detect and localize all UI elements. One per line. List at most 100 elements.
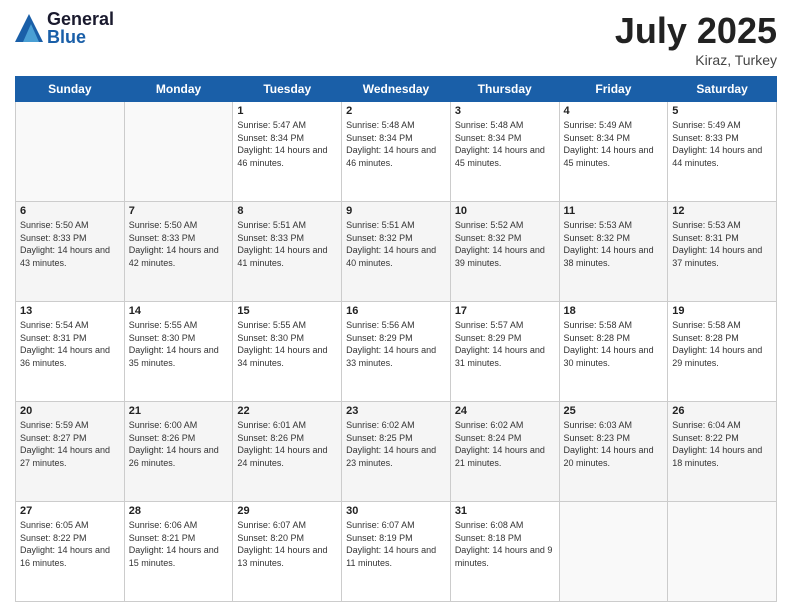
calendar-cell: 14 Sunrise: 5:55 AM Sunset: 8:30 PM Dayli… [124,302,233,402]
day-number: 9 [346,205,446,217]
day-info: Sunrise: 6:04 AM Sunset: 8:22 PM Dayligh… [672,419,772,469]
calendar-cell: 22 Sunrise: 6:01 AM Sunset: 8:26 PM Dayli… [233,402,342,502]
day-header-tuesday: Tuesday [233,77,342,102]
day-header-sunday: Sunday [16,77,125,102]
calendar-cell: 18 Sunrise: 5:58 AM Sunset: 8:28 PM Dayli… [559,302,668,402]
day-info: Sunrise: 6:03 AM Sunset: 8:23 PM Dayligh… [564,419,664,469]
day-number: 26 [672,405,772,417]
calendar-cell: 7 Sunrise: 5:50 AM Sunset: 8:33 PM Daylig… [124,202,233,302]
calendar-cell: 30 Sunrise: 6:07 AM Sunset: 8:19 PM Dayli… [342,502,451,602]
logo-icon [15,14,43,42]
calendar-cell: 24 Sunrise: 6:02 AM Sunset: 8:24 PM Dayli… [450,402,559,502]
day-number: 12 [672,205,772,217]
day-number: 22 [237,405,337,417]
calendar-cell: 9 Sunrise: 5:51 AM Sunset: 8:32 PM Daylig… [342,202,451,302]
day-number: 18 [564,305,664,317]
day-number: 25 [564,405,664,417]
calendar-cell: 25 Sunrise: 6:03 AM Sunset: 8:23 PM Dayli… [559,402,668,502]
logo-blue: Blue [47,28,114,46]
calendar-cell: 28 Sunrise: 6:06 AM Sunset: 8:21 PM Dayli… [124,502,233,602]
day-info: Sunrise: 6:07 AM Sunset: 8:20 PM Dayligh… [237,519,337,569]
day-info: Sunrise: 5:49 AM Sunset: 8:33 PM Dayligh… [672,119,772,169]
day-info: Sunrise: 6:02 AM Sunset: 8:24 PM Dayligh… [455,419,555,469]
day-info: Sunrise: 6:07 AM Sunset: 8:19 PM Dayligh… [346,519,446,569]
calendar-cell: 16 Sunrise: 5:56 AM Sunset: 8:29 PM Dayli… [342,302,451,402]
day-info: Sunrise: 5:56 AM Sunset: 8:29 PM Dayligh… [346,319,446,369]
day-number: 11 [564,205,664,217]
day-header-friday: Friday [559,77,668,102]
day-info: Sunrise: 5:58 AM Sunset: 8:28 PM Dayligh… [672,319,772,369]
location: Kiraz, Turkey [615,52,777,68]
day-header-saturday: Saturday [668,77,777,102]
day-number: 31 [455,505,555,517]
day-number: 1 [237,105,337,117]
day-info: Sunrise: 5:54 AM Sunset: 8:31 PM Dayligh… [20,319,120,369]
page: General Blue July 2025 Kiraz, Turkey Sun… [0,0,792,612]
day-number: 2 [346,105,446,117]
day-info: Sunrise: 6:00 AM Sunset: 8:26 PM Dayligh… [129,419,229,469]
day-number: 19 [672,305,772,317]
calendar-cell: 2 Sunrise: 5:48 AM Sunset: 8:34 PM Daylig… [342,102,451,202]
logo-text: General Blue [47,10,114,46]
calendar-table: SundayMondayTuesdayWednesdayThursdayFrid… [15,76,777,602]
day-number: 15 [237,305,337,317]
day-number: 17 [455,305,555,317]
calendar-cell: 13 Sunrise: 5:54 AM Sunset: 8:31 PM Dayli… [16,302,125,402]
day-number: 20 [20,405,120,417]
day-number: 5 [672,105,772,117]
day-info: Sunrise: 6:08 AM Sunset: 8:18 PM Dayligh… [455,519,555,569]
day-info: Sunrise: 5:48 AM Sunset: 8:34 PM Dayligh… [346,119,446,169]
calendar-cell: 19 Sunrise: 5:58 AM Sunset: 8:28 PM Dayli… [668,302,777,402]
day-number: 13 [20,305,120,317]
day-number: 3 [455,105,555,117]
day-header-wednesday: Wednesday [342,77,451,102]
calendar-cell: 6Sunrise: 5:50 AM Sunset: 8:33 PM Daylig… [16,202,125,302]
day-number: 10 [455,205,555,217]
week-row-2: 6Sunrise: 5:50 AM Sunset: 8:33 PM Daylig… [16,202,777,302]
day-info: Sunrise: 6:01 AM Sunset: 8:26 PM Dayligh… [237,419,337,469]
day-info: Sunrise: 5:47 AM Sunset: 8:34 PM Dayligh… [237,119,337,169]
week-row-3: 13 Sunrise: 5:54 AM Sunset: 8:31 PM Dayli… [16,302,777,402]
day-info: Sunrise: 5:50 AM Sunset: 8:33 PM Dayligh… [129,219,229,269]
day-header-monday: Monday [124,77,233,102]
day-number: 29 [237,505,337,517]
day-number: 28 [129,505,229,517]
day-header-thursday: Thursday [450,77,559,102]
day-number: 7 [129,205,229,217]
day-info: Sunrise: 5:53 AM Sunset: 8:32 PM Dayligh… [564,219,664,269]
day-info: Sunrise: 5:51 AM Sunset: 8:32 PM Dayligh… [346,219,446,269]
calendar-cell [559,502,668,602]
calendar-cell: 4Sunrise: 5:49 AM Sunset: 8:34 PM Daylig… [559,102,668,202]
day-info: Sunrise: 6:06 AM Sunset: 8:21 PM Dayligh… [129,519,229,569]
day-number: 30 [346,505,446,517]
logo-general: General [47,10,114,28]
day-info: Sunrise: 5:55 AM Sunset: 8:30 PM Dayligh… [129,319,229,369]
calendar-cell: 31 Sunrise: 6:08 AM Sunset: 8:18 PM Dayli… [450,502,559,602]
logo: General Blue [15,10,114,46]
calendar-cell: 12 Sunrise: 5:53 AM Sunset: 8:31 PM Dayli… [668,202,777,302]
day-number: 16 [346,305,446,317]
day-info: Sunrise: 6:02 AM Sunset: 8:25 PM Dayligh… [346,419,446,469]
header: General Blue July 2025 Kiraz, Turkey [15,10,777,68]
day-number: 21 [129,405,229,417]
week-row-5: 27 Sunrise: 6:05 AM Sunset: 8:22 PM Dayli… [16,502,777,602]
calendar-cell: 8Sunrise: 5:51 AM Sunset: 8:33 PM Daylig… [233,202,342,302]
calendar-cell: 10Sunrise: 5:52 AM Sunset: 8:32 PM Dayli… [450,202,559,302]
day-info: Sunrise: 5:55 AM Sunset: 8:30 PM Dayligh… [237,319,337,369]
day-info: Sunrise: 5:57 AM Sunset: 8:29 PM Dayligh… [455,319,555,369]
day-info: Sunrise: 5:58 AM Sunset: 8:28 PM Dayligh… [564,319,664,369]
day-number: 24 [455,405,555,417]
calendar-cell: 27 Sunrise: 6:05 AM Sunset: 8:22 PM Dayli… [16,502,125,602]
day-number: 27 [20,505,120,517]
day-number: 14 [129,305,229,317]
day-info: Sunrise: 5:53 AM Sunset: 8:31 PM Dayligh… [672,219,772,269]
day-number: 8 [237,205,337,217]
calendar-cell: 23Sunrise: 6:02 AM Sunset: 8:25 PM Dayli… [342,402,451,502]
week-row-1: 1 Sunrise: 5:47 AM Sunset: 8:34 PM Daylig… [16,102,777,202]
calendar-header-row: SundayMondayTuesdayWednesdayThursdayFrid… [16,77,777,102]
calendar-cell: 5 Sunrise: 5:49 AM Sunset: 8:33 PM Daylig… [668,102,777,202]
day-info: Sunrise: 5:48 AM Sunset: 8:34 PM Dayligh… [455,119,555,169]
day-info: Sunrise: 6:05 AM Sunset: 8:22 PM Dayligh… [20,519,120,569]
calendar-cell: 26 Sunrise: 6:04 AM Sunset: 8:22 PM Dayli… [668,402,777,502]
calendar-cell [124,102,233,202]
